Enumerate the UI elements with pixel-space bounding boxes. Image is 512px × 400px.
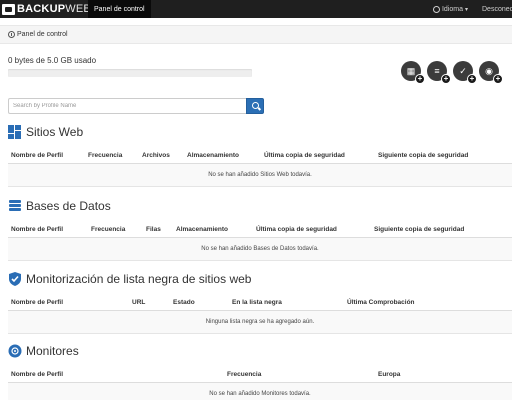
plus-icon: + (493, 74, 503, 84)
databases-table-header: Nombre de Perfil Frecuencia Filas Almace… (8, 222, 512, 238)
add-database-icon: ≡ (434, 66, 440, 76)
col-frequency: Frecuencia (227, 371, 262, 378)
disconnect-link[interactable]: Desconectar (482, 6, 512, 13)
col-profile-name: Nombre de Perfil (11, 299, 64, 306)
col-frequency: Frecuencia (91, 226, 126, 233)
breadcrumb: Panel de control (0, 25, 512, 44)
language-dropdown[interactable]: Idioma ▾ (432, 5, 468, 13)
backupweb-logo-icon (2, 3, 15, 15)
add-blacklist-monitor-button[interactable]: ✓ + (453, 61, 477, 84)
col-storage: Almacenamiento (176, 226, 229, 233)
col-frequency: Frecuencia (88, 152, 123, 159)
brand-name: BACKUPWEB (17, 3, 91, 15)
add-database-button[interactable]: ≡ + (427, 61, 451, 84)
add-monitor-button[interactable]: ◉ + (479, 61, 503, 84)
blacklist-title: Monitorización de lista negra de sitios … (26, 272, 252, 286)
dashboard-icon (8, 31, 15, 38)
plus-icon: + (441, 74, 451, 84)
language-label: Idioma (441, 5, 463, 13)
col-profile-name: Nombre de Perfil (11, 226, 64, 233)
monitors-empty-message: No se han añadido Monitores todavía. (8, 383, 512, 400)
col-last-check: Última Comprobación (347, 299, 415, 306)
websites-table-header: Nombre de Perfil Frecuencia Archivos Alm… (8, 148, 512, 164)
col-files: Archivos (142, 152, 170, 159)
storage-usage-text: 0 bytes de 5.0 GB usado (8, 56, 97, 65)
col-url: URL (132, 299, 146, 306)
globe-icon (432, 5, 440, 13)
col-next-backup: Siguiente copia de seguridad (378, 152, 469, 159)
databases-title: Bases de Datos (26, 199, 111, 213)
col-europe: Europa (378, 371, 401, 378)
col-profile-name: Nombre de Perfil (11, 152, 64, 159)
navbar-right: Idioma ▾ Desconectar (432, 0, 512, 18)
add-blacklist-monitor-icon: ✓ (459, 66, 467, 76)
brand-logo-link[interactable]: BACKUPWEB (2, 1, 91, 17)
blacklist-section: Monitorización de lista negra de sitios … (8, 271, 512, 334)
col-last-backup: Última copia de seguridad (256, 226, 337, 233)
monitors-table-header: Nombre de Perfil Frecuencia Europa (8, 367, 512, 383)
breadcrumb-label: Panel de control (17, 31, 68, 38)
add-website-icon: ▦ (406, 66, 416, 76)
blacklist-table-header: Nombre de Perfil URL Estado En la lista … (8, 295, 512, 311)
storage-progress-bar (8, 69, 252, 77)
monitors-title: Monitores (26, 344, 79, 358)
col-last-backup: Última copia de seguridad (264, 152, 345, 159)
col-blacklisted: En la lista negra (232, 299, 282, 306)
monitors-section: Monitores Nombre de Perfil Frecuencia Eu… (8, 343, 512, 400)
databases-section: Bases de Datos Nombre de Perfil Frecuenc… (8, 198, 512, 261)
col-storage: Almacenamiento (187, 152, 240, 159)
add-website-button[interactable]: ▦ + (401, 61, 425, 84)
monitors-icon (8, 344, 22, 358)
plus-icon: + (467, 74, 477, 84)
search-button[interactable] (246, 98, 264, 114)
websites-icon (8, 125, 22, 139)
databases-empty-message: No se han añadido Bases de Datos todavía… (8, 238, 512, 261)
search-input[interactable] (8, 98, 246, 114)
databases-icon (8, 199, 22, 213)
col-status: Estado (173, 299, 195, 306)
col-rows: Filas (146, 226, 161, 233)
profile-search (8, 98, 264, 114)
top-navbar: BACKUPWEB Panel de control Idioma ▾ Desc… (0, 0, 512, 18)
websites-empty-message: No se han añadido Sitios Web todavía. (8, 164, 512, 187)
blacklist-empty-message: Ninguna lista negra se ha agregado aún. (8, 311, 512, 334)
nav-tab-dashboard[interactable]: Panel de control (88, 0, 151, 18)
add-actions: ▦ + ≡ + ✓ + ◉ + (401, 61, 505, 84)
websites-title: Sitios Web (26, 125, 84, 139)
plus-icon: + (415, 74, 425, 84)
add-monitor-icon: ◉ (485, 66, 493, 76)
col-profile-name: Nombre de Perfil (11, 371, 64, 378)
caret-down-icon: ▾ (464, 6, 468, 13)
col-next-backup: Siguiente copia de seguridad (374, 226, 465, 233)
shield-icon (8, 272, 22, 286)
websites-section: Sitios Web Nombre de Perfil Frecuencia A… (8, 124, 512, 187)
